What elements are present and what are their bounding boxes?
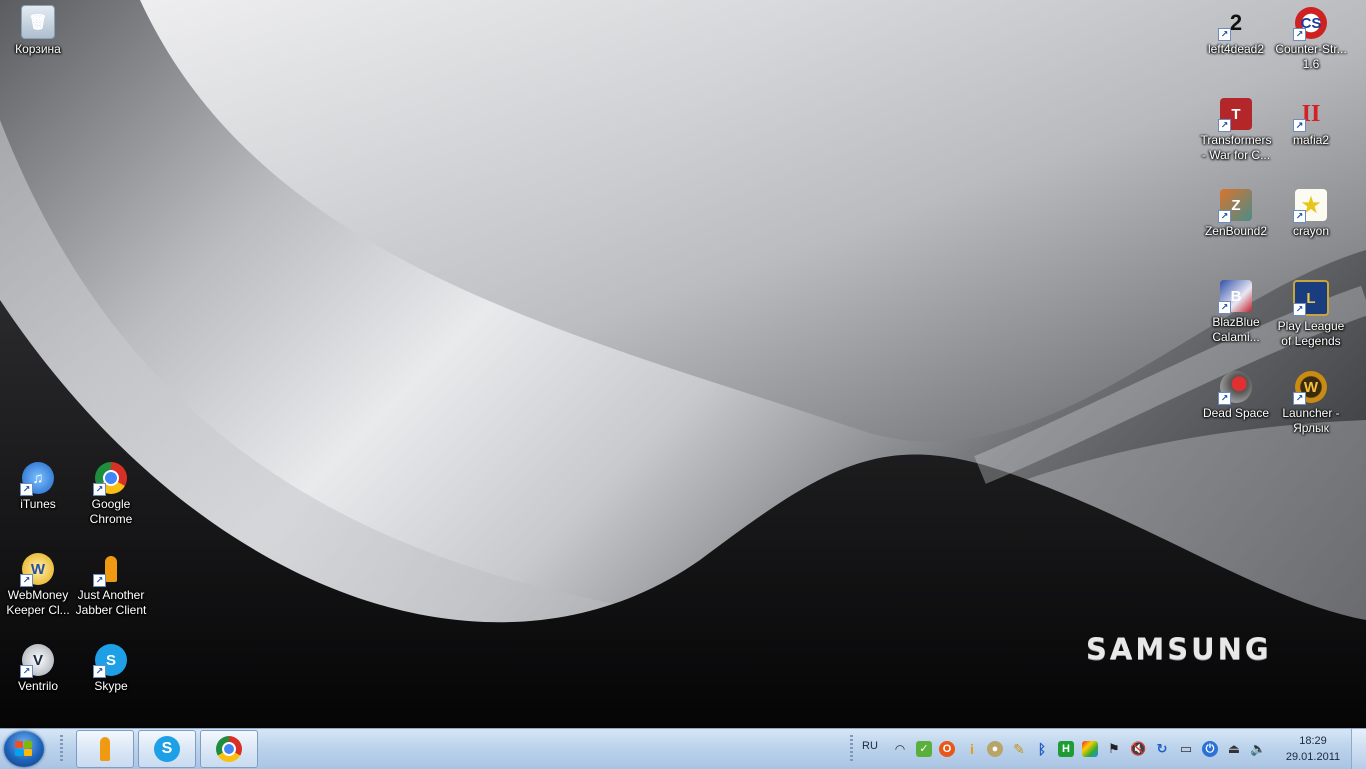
desktop[interactable]: SAMSUNG 🗑 Корзина ♫ ↗ iTunes ↗ Google Chr… bbox=[0, 0, 1366, 728]
jabber-icon: ↗ bbox=[93, 553, 127, 587]
mafia2-icon: II ↗ bbox=[1293, 98, 1327, 132]
desktop-icon-crayon[interactable]: ★ ↗ crayon bbox=[1273, 189, 1349, 239]
chrome-icon: ↗ bbox=[93, 462, 127, 496]
shortcut-arrow-icon: ↗ bbox=[1293, 210, 1306, 223]
desktop-icon-skype[interactable]: S ↗ Skype bbox=[73, 644, 149, 694]
shortcut-arrow-icon: ↗ bbox=[1218, 301, 1231, 314]
bluetooth-icon[interactable]: ᛒ bbox=[1034, 741, 1050, 757]
ventrilo-icon: V ↗ bbox=[20, 644, 54, 678]
volume-icon[interactable]: 🔈 bbox=[1250, 741, 1266, 757]
tray-grip[interactable] bbox=[850, 735, 853, 763]
taskbar-button-skype[interactable]: S bbox=[138, 730, 196, 768]
shortcut-arrow-icon: ↗ bbox=[1293, 303, 1306, 316]
blazblue-icon: B ↗ bbox=[1218, 280, 1252, 314]
start-icon bbox=[15, 741, 33, 757]
monitor-icon[interactable]: ▭ bbox=[1178, 741, 1194, 757]
shortcut-arrow-icon: ↗ bbox=[1293, 119, 1306, 132]
shortcut-arrow-icon: ↗ bbox=[1218, 392, 1231, 405]
desktop-icon-itunes[interactable]: ♫ ↗ iTunes bbox=[0, 462, 76, 512]
desktop-icon-transformers[interactable]: T ↗ Transformers - War for C... bbox=[1198, 98, 1274, 163]
taskbar-grip[interactable] bbox=[60, 735, 63, 763]
desktop-icon-blazblue[interactable]: B ↗ BlazBlue Calami... bbox=[1198, 280, 1274, 345]
wow-launcher-icon: W ↗ bbox=[1293, 371, 1327, 405]
clock-date: 29.01.2011 bbox=[1285, 751, 1341, 763]
desktop-icon-google-chrome[interactable]: ↗ Google Chrome bbox=[73, 462, 149, 527]
skype-icon: S bbox=[154, 736, 180, 762]
desktop-icon-ventrilo[interactable]: V ↗ Ventrilo bbox=[0, 644, 76, 694]
shortcut-arrow-icon: ↗ bbox=[1293, 392, 1306, 405]
shortcut-arrow-icon: ↗ bbox=[93, 665, 106, 678]
language-indicator[interactable]: RU bbox=[862, 740, 878, 752]
webmoney-icon: W ↗ bbox=[20, 553, 54, 587]
pen-icon[interactable]: ✎ bbox=[1011, 741, 1027, 757]
shortcut-arrow-icon: ↗ bbox=[1218, 119, 1231, 132]
desktop-icon-recycle-bin[interactable]: 🗑 Корзина bbox=[0, 5, 76, 57]
jabber-icon bbox=[100, 737, 110, 761]
info-icon[interactable]: i bbox=[964, 741, 980, 757]
desktop-icon-zenbound2[interactable]: Z ↗ ZenBound2 bbox=[1198, 189, 1274, 239]
eject-icon[interactable]: ⏏ bbox=[1226, 741, 1242, 757]
shortcut-arrow-icon: ↗ bbox=[20, 665, 33, 678]
shield-icon[interactable]: ✓ bbox=[916, 741, 932, 757]
counter-strike-icon: CS ↗ bbox=[1293, 7, 1327, 41]
taskbar-button-chrome[interactable] bbox=[200, 730, 258, 768]
shortcut-arrow-icon: ↗ bbox=[1218, 210, 1231, 223]
desktop-icon-jabber[interactable]: ↗ Just Another Jabber Client bbox=[73, 553, 149, 618]
taskbar: S RU ◠ ✓ O i ● ✎ ᛒ H ⚑ 🔇 ↻ ▭ ⏻ ⏏ 🔈 18:29… bbox=[0, 728, 1366, 769]
shortcut-arrow-icon: ↗ bbox=[1293, 28, 1306, 41]
desktop-icon-mafia2[interactable]: II ↗ mafia2 bbox=[1273, 98, 1349, 148]
clock[interactable]: 18:29 29.01.2011 bbox=[1281, 733, 1345, 765]
media-icon[interactable]: ● bbox=[987, 741, 1003, 757]
desktop-icon-launcher[interactable]: W ↗ Launcher - Ярлык bbox=[1273, 371, 1349, 436]
wallpaper-curves bbox=[0, 0, 1366, 728]
samsung-logo: SAMSUNG bbox=[1086, 632, 1272, 666]
shortcut-arrow-icon: ↗ bbox=[93, 574, 106, 587]
desktop-icon-counter-strike[interactable]: CS ↗ Counter-Str... 1.6 bbox=[1273, 7, 1349, 72]
start-button[interactable] bbox=[4, 731, 44, 767]
shortcut-arrow-icon: ↗ bbox=[93, 483, 106, 496]
left4dead2-icon: 2 ↗ bbox=[1218, 7, 1252, 41]
opera-icon[interactable]: O bbox=[939, 741, 955, 757]
notification-area: RU ◠ ✓ O i ● ✎ ᛒ H ⚑ 🔇 ↻ ▭ ⏻ ⏏ 🔈 18:29 2… bbox=[840, 729, 1366, 769]
power-icon[interactable]: ⏻ bbox=[1202, 741, 1218, 757]
network-icon[interactable]: H bbox=[1058, 741, 1074, 757]
itunes-icon: ♫ ↗ bbox=[20, 462, 54, 496]
taskbar-button-jabber[interactable] bbox=[76, 730, 134, 768]
zenbound2-icon: Z ↗ bbox=[1218, 189, 1252, 223]
color-icon[interactable] bbox=[1082, 741, 1098, 757]
shortcut-arrow-icon: ↗ bbox=[20, 483, 33, 496]
transformers-icon: T ↗ bbox=[1218, 98, 1252, 132]
desktop-icon-dead-space[interactable]: ↗ Dead Space bbox=[1198, 371, 1274, 421]
flag-icon[interactable]: ⚑ bbox=[1106, 741, 1122, 757]
desktop-icon-webmoney[interactable]: W ↗ WebMoney Keeper Cl... bbox=[0, 553, 76, 618]
show-desktop-button[interactable] bbox=[1351, 729, 1366, 769]
shortcut-arrow-icon: ↗ bbox=[1218, 28, 1231, 41]
desktop-icon-league-of-legends[interactable]: L ↗ Play League of Legends bbox=[1273, 280, 1349, 349]
dead-space-icon: ↗ bbox=[1218, 371, 1252, 405]
shortcut-arrow-icon: ↗ bbox=[20, 574, 33, 587]
speaker-mute-icon[interactable]: 🔇 bbox=[1130, 741, 1146, 757]
skype-icon: S ↗ bbox=[93, 644, 127, 678]
update-icon[interactable]: ↻ bbox=[1154, 741, 1170, 757]
league-icon: L ↗ bbox=[1293, 280, 1329, 316]
recycle-bin-icon: 🗑 bbox=[21, 5, 55, 39]
clock-time: 18:29 bbox=[1299, 735, 1327, 747]
crayon-icon: ★ ↗ bbox=[1293, 189, 1327, 223]
wifi-icon[interactable]: ◠ bbox=[892, 741, 908, 757]
chrome-icon bbox=[216, 736, 242, 762]
desktop-icon-left4dead2[interactable]: 2 ↗ left4dead2 bbox=[1198, 7, 1274, 57]
